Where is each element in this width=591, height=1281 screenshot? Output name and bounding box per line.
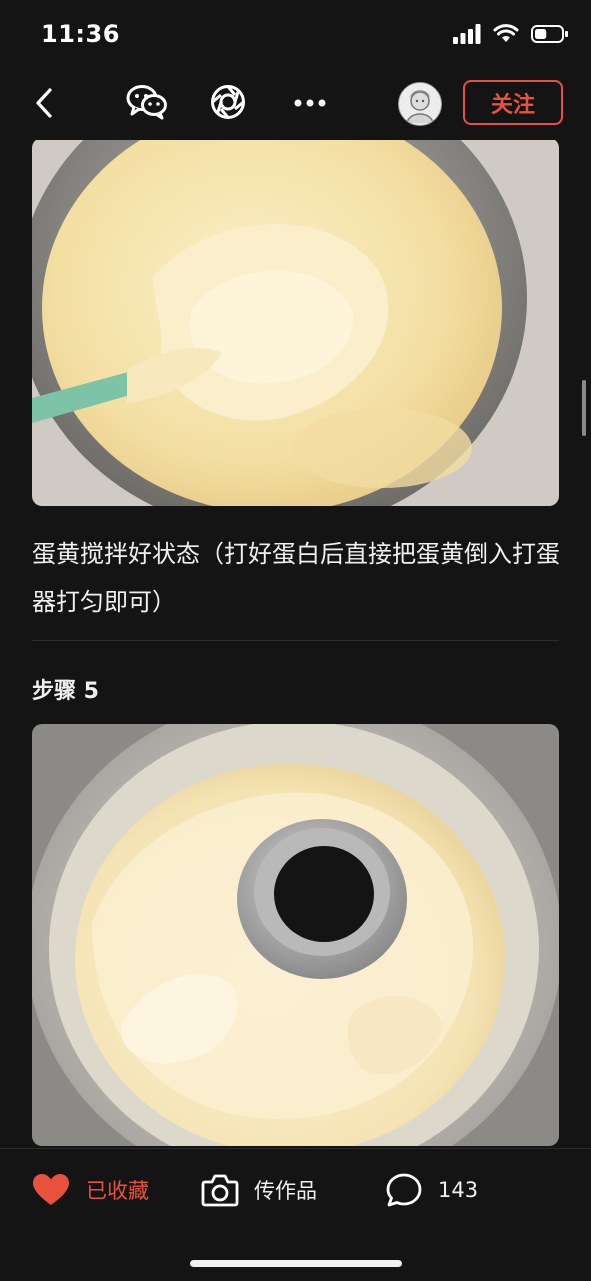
top-nav-bar: 关注 [0,70,591,140]
upload-label: 传作品 [254,1179,317,1203]
wifi-icon [493,24,519,42]
comment-icon [386,1173,422,1207]
signal-icon [453,24,481,44]
step4-photo [32,140,559,506]
follow-button[interactable]: 关注 [463,80,563,125]
recipe-steps-content: 蛋黄搅拌好状态（打好蛋白后直接把蛋黄倒入打蛋器打匀即可） 步骤 5 [0,140,591,1148]
scroll-indicator[interactable] [582,380,586,436]
status-bar: 11:36 [0,0,591,70]
comment-button[interactable]: 143 [386,1173,478,1207]
status-icons [453,24,569,44]
upload-work-button[interactable]: 传作品 [201,1173,317,1207]
favorite-button[interactable]: 已收藏 [32,1173,149,1207]
favorite-label: 已收藏 [86,1179,149,1203]
comment-count: 143 [438,1178,479,1202]
more-icon [294,99,326,107]
share-wechat-button[interactable] [124,82,170,122]
camera-icon [201,1174,239,1207]
share-moments-button[interactable] [208,82,248,122]
more-button[interactable] [292,85,328,121]
status-time: 11:36 [41,20,120,48]
step4-caption: 蛋黄搅拌好状态（打好蛋白后直接把蛋黄倒入打蛋器打匀即可） [32,540,560,616]
battery-icon [531,25,568,43]
heart-icon [33,1174,69,1205]
avatar-image [399,83,441,125]
chevron-left-icon [36,88,52,118]
section-divider [32,640,559,641]
home-indicator [190,1260,402,1267]
author-avatar[interactable] [398,82,442,126]
step5-photo [32,724,559,1146]
step5-title: 步骤 5 [32,679,99,704]
back-button[interactable] [26,85,62,121]
moments-icon [211,85,245,119]
wechat-icon [126,85,167,120]
